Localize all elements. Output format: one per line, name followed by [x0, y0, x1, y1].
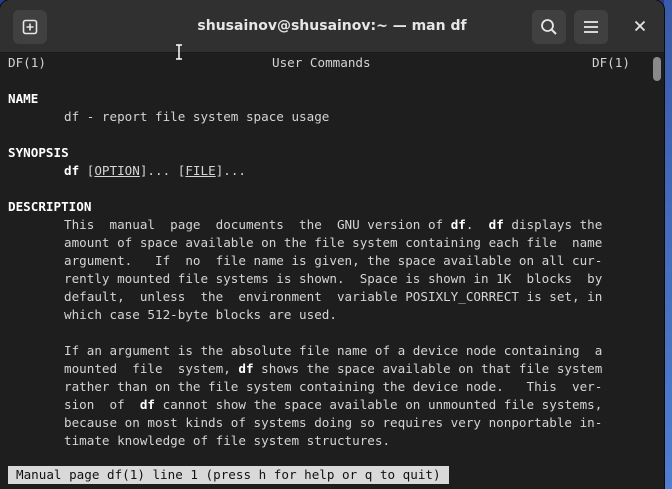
scrollbar-thumb[interactable]: [653, 57, 661, 81]
man-header-right: DF(1): [592, 55, 630, 70]
menu-button[interactable]: [574, 10, 608, 44]
bold-command: df: [488, 217, 504, 232]
title-bar: shusainov@shusainov:~ — man df: [0, 0, 664, 53]
new-tab-icon: [22, 19, 38, 35]
synopsis-file: FILE: [185, 163, 216, 178]
text-segment: shows the space available on that file s…: [253, 361, 603, 376]
description-p2-line: rather than on the file system containin…: [64, 379, 603, 394]
close-button[interactable]: [627, 13, 653, 39]
description-p1-line: rently mounted file systems is shown. Sp…: [64, 271, 603, 286]
close-icon: [634, 17, 646, 36]
description-p2-line: sion of df cannot show the space availab…: [64, 396, 602, 414]
description-p2-line: mounted file system, df shows the space …: [64, 360, 602, 378]
synopsis-mid: ]... [: [139, 163, 186, 178]
text-segment: cannot show the space available on unmou…: [155, 397, 603, 412]
text-cursor-icon: [174, 44, 184, 60]
synopsis-bracket-open: [: [79, 163, 95, 178]
text-segment: sion of: [64, 397, 140, 412]
hamburger-menu-icon: [583, 20, 599, 34]
bold-command: df: [139, 397, 155, 412]
synopsis-end: ]...: [215, 163, 247, 178]
text-segment: .: [465, 217, 489, 232]
synopsis-heading: SYNOPSIS: [8, 145, 69, 160]
bold-command: df: [238, 361, 254, 376]
new-tab-button[interactable]: [13, 10, 47, 44]
description-p2-line: timate knowledge of file system structur…: [64, 433, 391, 448]
synopsis-option: OPTION: [94, 163, 140, 178]
pager-status-bar: Manual page df(1) line 1 (press h for he…: [8, 466, 449, 484]
man-header-center: User Commands: [272, 55, 371, 70]
synopsis-command: df: [64, 163, 80, 178]
text-segment: mounted file system,: [64, 361, 239, 376]
description-heading: DESCRIPTION: [8, 199, 92, 214]
vertical-scrollbar[interactable]: [650, 54, 664, 489]
name-heading: NAME: [8, 91, 39, 106]
bold-command: df: [450, 217, 466, 232]
man-header-left: DF(1): [8, 55, 46, 70]
terminal-output[interactable]: DF(1) User Commands DF(1) NAME df - repo…: [0, 54, 648, 489]
text-segment: This manual page documents the GNU versi…: [64, 217, 451, 232]
description-p2-line: If an argument is the absolute file name…: [64, 343, 603, 358]
description-p2-line: because on most kinds of systems doing s…: [64, 415, 603, 430]
description-p1-line: argument. If no file name is given, the …: [64, 253, 603, 268]
description-p1-line: which case 512-byte blocks are used.: [64, 307, 337, 322]
description-p1-line: This manual page documents the GNU versi…: [64, 216, 602, 234]
terminal-window: shusainov@shusainov:~ — man df DF(1) Use…: [0, 0, 664, 489]
search-icon: [540, 18, 558, 36]
description-p1-line: amount of space available on the file sy…: [64, 235, 603, 250]
name-text: df - report file system space usage: [64, 109, 330, 124]
desktop-background: [664, 0, 672, 489]
search-button[interactable]: [532, 10, 566, 44]
synopsis-line: df [OPTION]... [FILE]...: [64, 162, 246, 180]
description-p1-line: default, unless the environment variable…: [64, 289, 603, 304]
text-segment: displays the: [503, 217, 603, 232]
